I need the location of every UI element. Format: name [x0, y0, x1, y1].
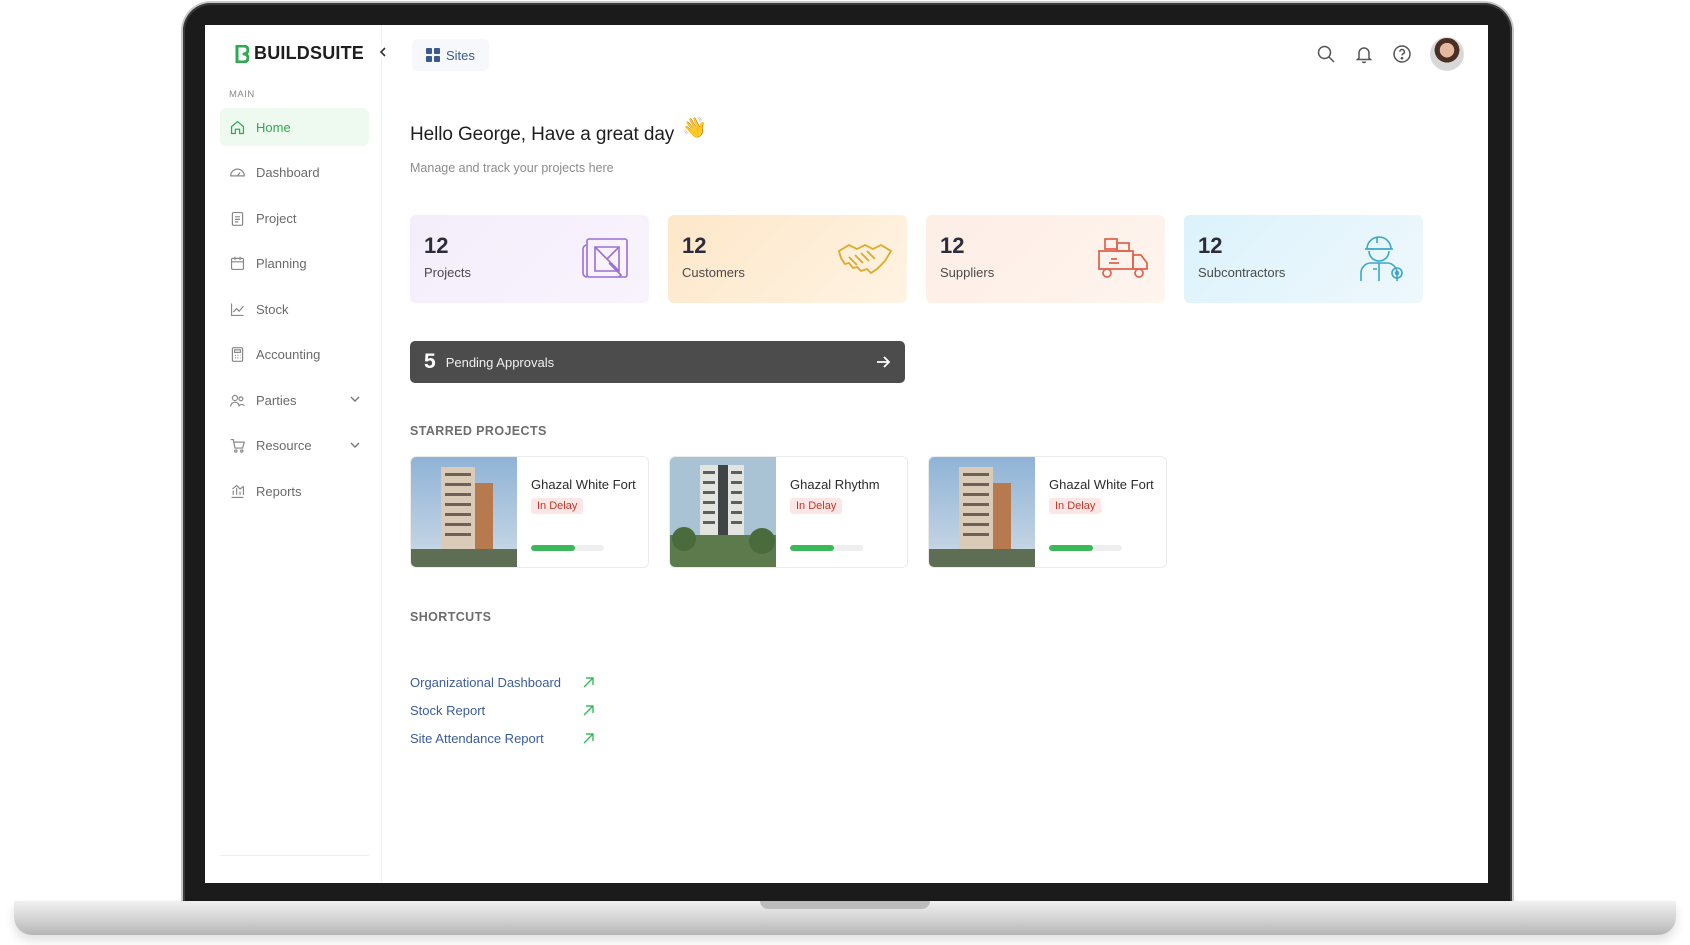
status-badge: In Delay	[790, 498, 843, 514]
shortcut-link[interactable]: Stock Report	[410, 696, 594, 724]
stat-card-suppliers[interactable]: 12 Suppliers	[926, 215, 1165, 303]
sites-button[interactable]: Sites	[412, 39, 489, 71]
bar-chart-icon	[231, 484, 245, 498]
progress-bar	[790, 545, 863, 551]
app-screen: BUILDSUITE MAIN Home Dashboard Project P…	[205, 25, 1488, 883]
arrow-right-icon	[877, 356, 891, 368]
sidebar-nav: Home Dashboard Project Planning Stock Ac…	[220, 108, 369, 518]
project-name: Ghazal Rhythm	[790, 477, 880, 492]
building-image	[411, 457, 517, 567]
brand-logo[interactable]: BUILDSUITE	[235, 43, 364, 64]
sidebar-item-dashboard[interactable]: Dashboard	[220, 154, 369, 192]
engineer-icon	[1360, 236, 1403, 281]
sites-label: Sites	[446, 47, 475, 63]
sidebar-item-label: Planning	[256, 256, 307, 271]
project-name: Ghazal White Fort	[1049, 477, 1154, 492]
building-image	[670, 457, 776, 567]
calendar-icon	[230, 256, 245, 271]
clipboard-icon	[231, 211, 244, 226]
sidebar: BUILDSUITE MAIN Home Dashboard Project P…	[205, 25, 382, 883]
sidebar-item-label: Reports	[256, 483, 302, 499]
progress-fill	[531, 545, 575, 551]
chevron-left-icon	[379, 47, 386, 57]
sidebar-item-resource[interactable]: Resource	[220, 427, 369, 465]
shortcut-link[interactable]: Site Attendance Report	[410, 724, 594, 752]
sidebar-collapse-button[interactable]	[376, 45, 390, 59]
progress-bar	[531, 545, 604, 551]
starred-projects-heading: STARRED PROJECTS	[410, 424, 547, 438]
sidebar-item-label: Project	[256, 210, 297, 226]
gauge-icon	[230, 168, 245, 177]
chart-line-icon	[230, 303, 244, 316]
project-card[interactable]: Ghazal Rhythm In Delay	[669, 456, 908, 568]
external-link-icon	[583, 733, 594, 744]
chevron-down-icon[interactable]	[349, 393, 361, 405]
shortcut-link[interactable]: Organizational Dashboard	[410, 668, 594, 696]
sidebar-item-stock[interactable]: Stock	[220, 290, 369, 328]
sidebar-item-reports[interactable]: Reports	[220, 472, 369, 510]
starred-projects-list: Ghazal White Fort In Delay Ghazal Rhythm…	[410, 456, 1167, 568]
sidebar-item-home[interactable]: Home	[220, 108, 369, 146]
shortcut-label: Stock Report	[410, 702, 486, 718]
page-title: Hello George, Have a great day	[410, 124, 675, 145]
shortcut-label: Organizational Dashboard	[410, 674, 562, 690]
stat-card-subcontractors[interactable]: 12 Subcontractors	[1184, 215, 1423, 303]
search-icon[interactable]	[1316, 44, 1336, 64]
truck-icon	[1098, 238, 1148, 278]
project-card[interactable]: Ghazal White Fort In Delay	[928, 456, 1167, 568]
calculator-icon	[231, 347, 244, 362]
stat-card-customers[interactable]: 12 Customers	[668, 215, 907, 303]
users-icon	[230, 394, 245, 407]
progress-bar	[1049, 545, 1122, 551]
stat-card-projects[interactable]: 12 Projects	[410, 215, 649, 303]
sidebar-item-accounting[interactable]: Accounting	[220, 336, 369, 374]
handshake-icon	[837, 243, 893, 275]
sidebar-item-label: Dashboard	[256, 165, 320, 180]
pending-count: 5	[424, 350, 436, 373]
wave-emoji: 👋	[682, 117, 707, 139]
home-icon	[230, 120, 245, 134]
status-badge: In Delay	[1049, 498, 1102, 514]
sidebar-item-planning[interactable]: Planning	[220, 245, 369, 283]
grid-icon	[426, 48, 440, 62]
divider	[220, 855, 369, 856]
help-icon[interactable]	[1392, 44, 1412, 64]
external-link-icon	[583, 705, 594, 716]
progress-fill	[790, 545, 834, 551]
progress-fill	[1049, 545, 1093, 551]
blueprint-icon	[582, 238, 628, 278]
cart-icon	[230, 438, 246, 453]
shortcut-label: Site Attendance Report	[410, 730, 544, 746]
bell-icon[interactable]	[1354, 44, 1374, 64]
sidebar-item-label: Home	[256, 119, 291, 135]
sidebar-item-label: Accounting	[256, 347, 321, 362]
avatar[interactable]	[1430, 37, 1464, 71]
sidebar-item-project[interactable]: Project	[220, 199, 369, 237]
logo-mark-icon	[235, 44, 249, 63]
sidebar-item-label: Resource	[256, 438, 312, 453]
chevron-down-icon[interactable]	[349, 439, 361, 451]
section-label-main: MAIN	[229, 89, 255, 100]
sidebar-item-label: Stock	[256, 301, 289, 317]
external-link-icon	[583, 677, 594, 688]
page-subtitle: Manage and track your projects here	[410, 161, 614, 175]
building-image	[929, 457, 1035, 567]
shortcuts-list: Organizational Dashboard Stock Report Si…	[410, 668, 594, 752]
project-card[interactable]: Ghazal White Fort In Delay	[410, 456, 649, 568]
project-name: Ghazal White Fort	[531, 477, 636, 492]
sidebar-item-parties[interactable]: Parties	[220, 381, 369, 419]
top-actions	[1316, 37, 1464, 71]
status-badge: In Delay	[531, 498, 584, 514]
sidebar-item-label: Parties	[256, 392, 297, 408]
stat-cards: 12 Projects 12 Customers 12 Suppliers 12…	[410, 215, 1423, 303]
brand-name: BUILDSUITE	[254, 43, 364, 63]
pending-approvals-banner[interactable]: 5 Pending Approvals	[410, 341, 905, 383]
laptop-notch	[760, 901, 930, 909]
shortcuts-heading: SHORTCUTS	[410, 610, 492, 624]
pending-label: Pending Approvals	[445, 354, 555, 370]
